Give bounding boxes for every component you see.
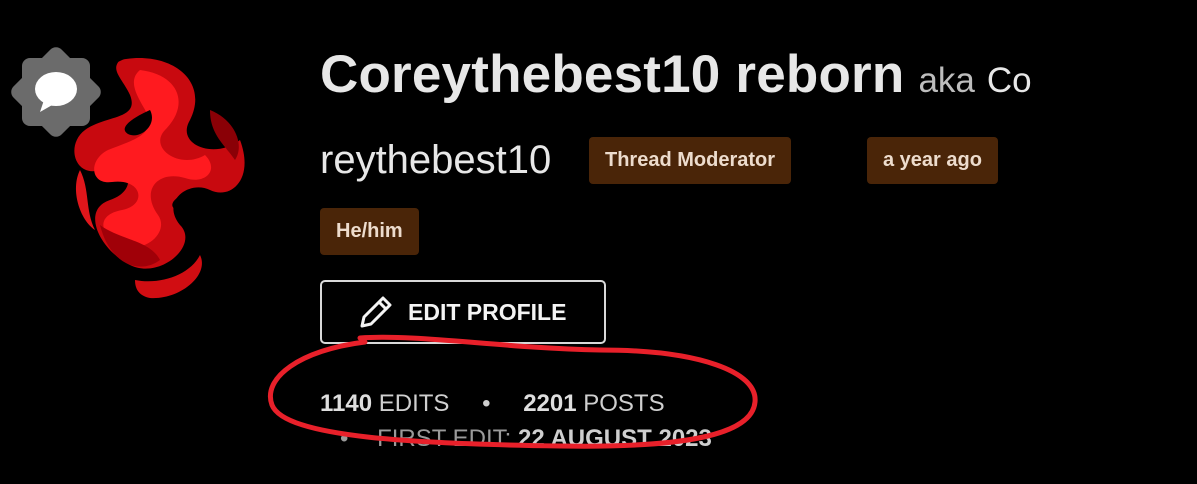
username: Coreythebest10 reborn bbox=[320, 45, 905, 104]
first-edit-bullet: • bbox=[340, 425, 349, 452]
pencil-icon bbox=[360, 296, 392, 328]
edit-profile-label: EDIT PROFILE bbox=[408, 298, 567, 325]
posts-count[interactable]: 2201 bbox=[523, 390, 576, 417]
profile-page: Coreythebest10 reborn aka Co reythebest1… bbox=[0, 0, 1197, 484]
role-badge: Thread Moderator bbox=[589, 137, 792, 184]
chat-bubble-icon[interactable] bbox=[6, 42, 106, 142]
stats-separator: • bbox=[482, 390, 491, 417]
first-edit-info: • FIRST EDIT: 22 AUGUST 2023 bbox=[340, 425, 712, 453]
edit-profile-button[interactable]: EDIT PROFILE bbox=[320, 280, 606, 344]
pronouns-badge: He/him bbox=[320, 208, 419, 255]
profile-stats: 1140 EDITS • 2201 POSTS bbox=[320, 390, 665, 418]
aka-name: Co bbox=[986, 61, 1032, 100]
first-edit-label: FIRST EDIT: bbox=[377, 425, 512, 452]
aka-label: aka bbox=[918, 61, 975, 100]
edits-count[interactable]: 1140 bbox=[320, 390, 372, 417]
joined-badge: a year ago bbox=[867, 137, 998, 184]
profile-title: Coreythebest10 reborn aka Co bbox=[320, 44, 1032, 114]
edits-label[interactable]: EDITS bbox=[379, 390, 450, 417]
first-edit-date: 22 AUGUST 2023 bbox=[518, 425, 712, 452]
posts-label[interactable]: POSTS bbox=[583, 390, 664, 417]
aka-name-continued: reythebest10 bbox=[320, 138, 552, 182]
